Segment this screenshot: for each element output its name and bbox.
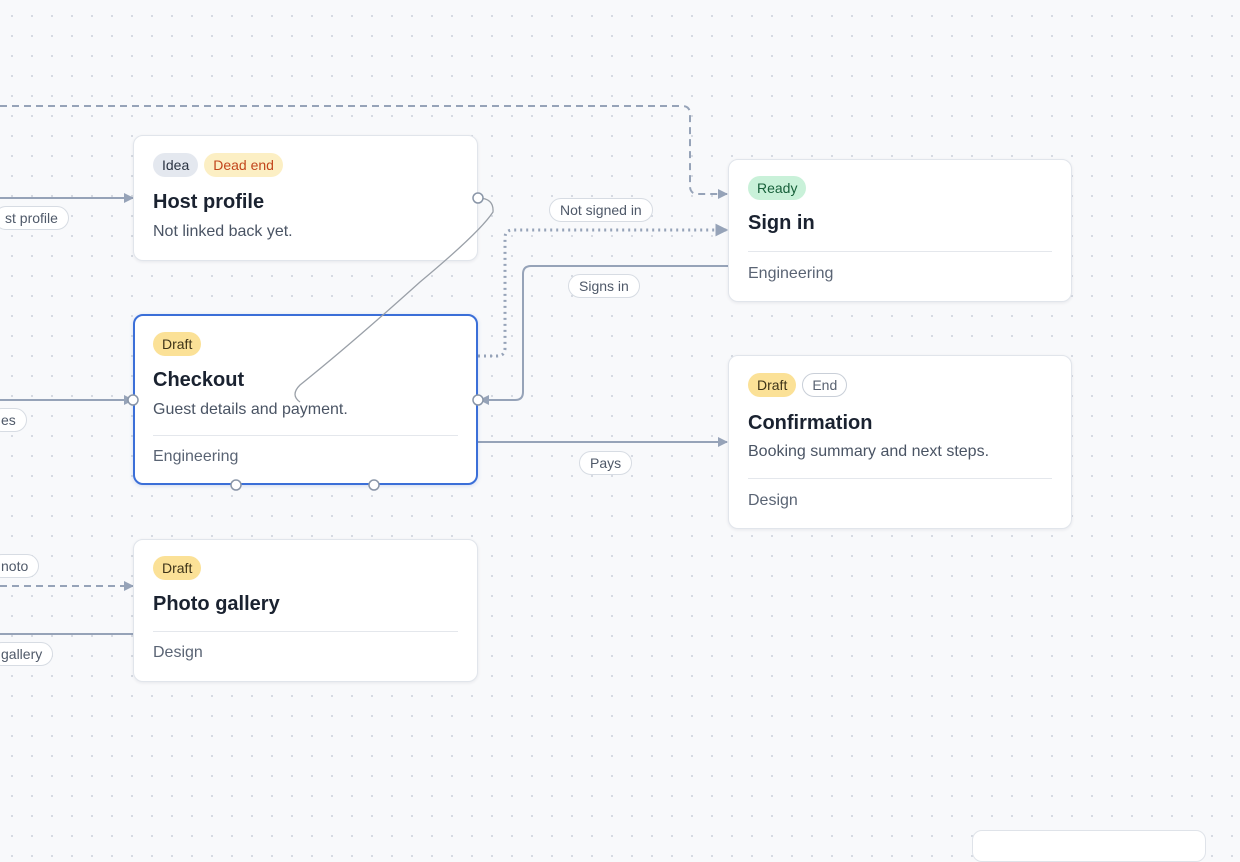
node-title: Confirmation bbox=[748, 412, 873, 434]
tag-ready: Ready bbox=[748, 176, 807, 200]
node-confirmation[interactable]: Draft End Confirmation Booking summary a… bbox=[728, 355, 1072, 529]
tag-idea: Idea bbox=[153, 153, 199, 177]
edge-label-host-profile[interactable]: st profile bbox=[0, 206, 69, 230]
node-checkout[interactable]: Draft Checkout Guest details and payment… bbox=[133, 314, 478, 485]
node-title: Host profile bbox=[153, 191, 265, 213]
tag-end: End bbox=[802, 373, 848, 397]
node-sign-in[interactable]: Ready Sign in Engineering bbox=[728, 159, 1072, 302]
tag-dead-end: Dead end bbox=[204, 153, 283, 177]
node-divider bbox=[153, 631, 458, 632]
node-team: Engineering bbox=[748, 265, 834, 282]
edge-label-pays[interactable]: Pays bbox=[579, 451, 633, 475]
node-divider bbox=[748, 251, 1052, 252]
node-description: Guest details and payment. bbox=[153, 401, 348, 418]
node-team: Design bbox=[153, 644, 203, 661]
edge-label-partial-gallery[interactable]: gallery bbox=[0, 642, 54, 666]
node-title: Photo gallery bbox=[153, 593, 280, 615]
tag-draft: Draft bbox=[153, 332, 202, 356]
node-photo-gallery[interactable]: Draft Photo gallery Design bbox=[133, 539, 478, 682]
node-divider bbox=[153, 435, 458, 436]
tag-draft: Draft bbox=[748, 373, 797, 397]
edge-label-not-signed-in[interactable]: Not signed in bbox=[549, 198, 653, 222]
node-team: Design bbox=[748, 492, 798, 509]
node-description: Booking summary and next steps. bbox=[748, 443, 990, 460]
edge-label-signs-in[interactable]: Signs in bbox=[568, 274, 640, 298]
node-description: Not linked back yet. bbox=[153, 223, 293, 240]
node-team: Engineering bbox=[153, 448, 239, 465]
node-divider bbox=[748, 478, 1052, 479]
edge-label-partial-photo[interactable]: noto bbox=[0, 554, 40, 578]
tag-draft: Draft bbox=[153, 556, 202, 580]
node-title: Checkout bbox=[153, 369, 245, 391]
node-title: Sign in bbox=[748, 212, 815, 234]
minimap-panel[interactable] bbox=[972, 830, 1206, 862]
edge-label-partial-es[interactable]: es bbox=[0, 408, 27, 432]
node-host-profile[interactable]: Idea Dead end Host profile Not linked ba… bbox=[133, 135, 478, 261]
